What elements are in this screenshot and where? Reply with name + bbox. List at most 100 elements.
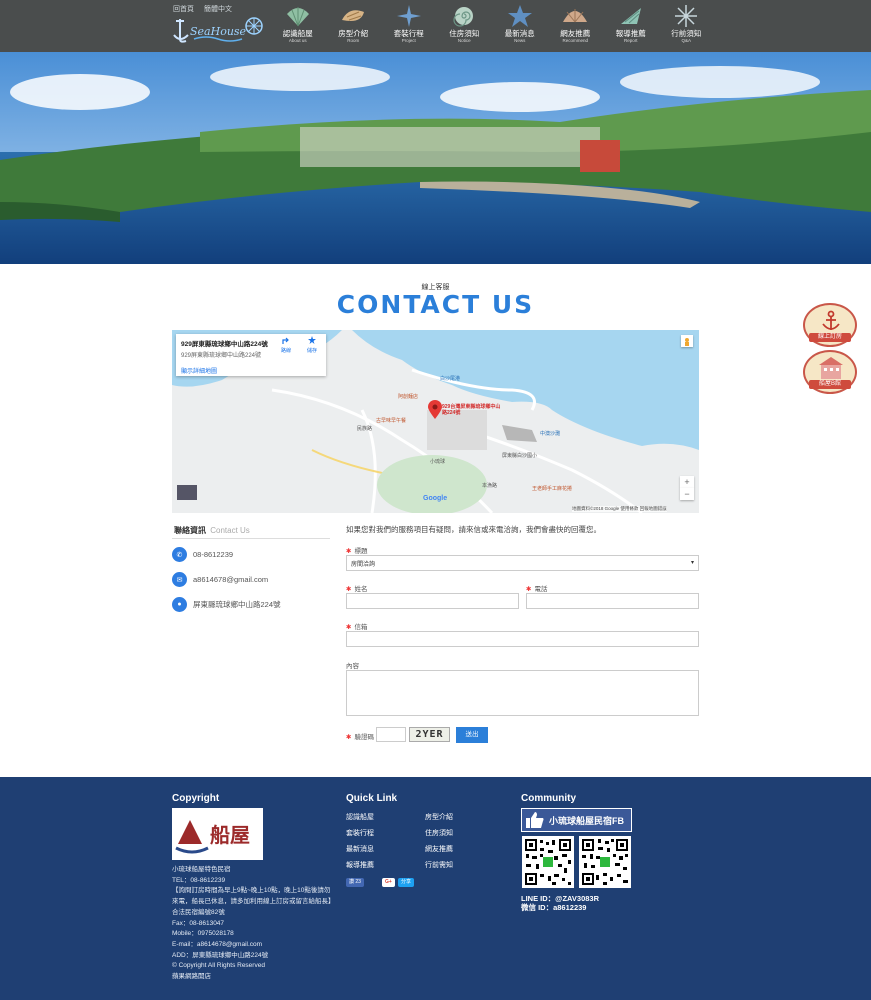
map-marker-icon[interactable] — [428, 400, 442, 420]
company-info: 小琉球船屋特色民宿 TEL：08-8612239 【詢問訂房時間為早上9點~晚上… — [172, 865, 335, 983]
snail-shell-icon — [453, 7, 474, 27]
quicklink-qa[interactable]: 行前需知 — [425, 860, 453, 870]
contact-info-title-zh: 聯絡資訊 — [174, 526, 206, 535]
content-textarea[interactable] — [346, 670, 699, 716]
directions-label: 路線 — [280, 348, 291, 354]
thumbs-up-icon — [526, 812, 544, 828]
captcha-input[interactable] — [376, 727, 406, 742]
contact-phone: ✆ 08-8612239 — [172, 547, 233, 562]
facebook-like-button[interactable]: 讚 23 — [346, 878, 364, 887]
nav-label: 最新消息 — [504, 29, 535, 38]
map-place-label: 小琉球 — [430, 459, 446, 465]
svg-text:SeaHouse: SeaHouse — [190, 25, 247, 38]
save-button[interactable]: 儲存 — [302, 335, 322, 354]
quicklink-report[interactable]: 報導推薦 — [346, 860, 374, 870]
nav-qa[interactable]: 行前須知 Q&A — [659, 4, 715, 50]
nav-label: 住房須知 — [449, 29, 480, 38]
nav-sublabel: Q&A — [681, 38, 691, 43]
quicklink-news[interactable]: 最新消息 — [346, 844, 374, 854]
simplified-chinese-link[interactable]: 簡體中文 — [204, 6, 232, 13]
nav-room[interactable]: 房型介紹 Room — [326, 4, 382, 50]
spiral-shell-icon — [620, 8, 641, 24]
contact-phone-value[interactable]: 08-8612239 — [193, 550, 233, 559]
map-place-label: 古早味早午餐 — [376, 418, 407, 424]
starfish-icon — [507, 5, 532, 27]
nav-label: 行前須知 — [671, 29, 702, 38]
location-pin-icon: ● — [172, 597, 187, 612]
nav-label: 報導推薦 — [615, 29, 646, 38]
main-nav: 認識船屋 About us 房型介紹 Room 套裝行程 Project 住房須… — [270, 4, 714, 50]
contact-info-title: 聯絡資訊 Contact Us — [174, 525, 250, 536]
map-larger-link[interactable]: 顯示詳細地圖 — [181, 366, 321, 375]
site-header: 回首頁 簡體中文 SeaHouse 認識船屋 About us 房型介紹 Roo… — [0, 0, 871, 52]
zoom-in-button[interactable]: + — [680, 476, 694, 488]
captcha-image[interactable]: 2YER — [409, 727, 450, 742]
star-icon — [308, 336, 316, 344]
home-link[interactable]: 回首頁 — [173, 6, 194, 13]
star-icon — [675, 5, 698, 27]
directions-button[interactable]: 路線 — [276, 335, 296, 354]
nav-report[interactable]: 報導推薦 Report — [603, 4, 659, 50]
company-line: 【詢問訂房時間為早上9點~晚上10點，晚上10點後請勿來電，船長已休息，請多加利… — [172, 887, 335, 906]
online-booking-badge[interactable]: 線上訂房 — [803, 303, 857, 347]
company-line: Mobile：0975028178 — [172, 930, 234, 938]
form-intro: 如果您對我們的服務項目有疑問，請來信或來電洽詢，我們會盡快的回覆您。 — [346, 525, 601, 534]
company-line: 合法民宿編號82號 — [172, 908, 225, 916]
clam-icon — [563, 9, 588, 23]
envelope-icon: ✉ — [172, 572, 187, 587]
save-label: 儲存 — [306, 348, 317, 354]
facebook-page-button[interactable]: 小琉球船屋民宿FB — [521, 808, 632, 832]
pegman-icon — [685, 338, 689, 346]
quicklink-room[interactable]: 房型介紹 — [425, 812, 453, 822]
marker-label: 929台灣屏東縣琉球鄉中山路224號 — [442, 404, 501, 416]
quicklink-notice[interactable]: 住房須知 — [425, 828, 453, 838]
nav-sublabel: Project — [401, 38, 416, 43]
company-line: © Copyright All Rights Reserved — [172, 962, 265, 970]
google-map[interactable]: 929屏東縣琉球鄉中山路224號 929屏東縣琉球鄉中山路224號 顯示詳細地圖… — [172, 330, 699, 513]
copyright-heading: Copyright — [172, 793, 220, 804]
map-place-label: 中澳沙灘 — [540, 431, 561, 437]
boathouse-b-badge[interactable]: 船屋B館 — [803, 350, 857, 394]
map-attribution[interactable]: 地圖資料©2018 Google 使用條款 回報地圖錯誤 — [572, 506, 667, 512]
facebook-page-label: 小琉球船屋民宿FB — [549, 815, 624, 826]
zoom-out-button[interactable]: − — [680, 488, 694, 500]
email-field[interactable] — [346, 631, 699, 647]
submit-button[interactable]: 送出 — [456, 727, 488, 743]
site-logo[interactable]: SeaHouse — [172, 15, 264, 45]
subject-select[interactable]: 房間洽詢 — [346, 555, 699, 571]
conch-icon — [342, 10, 365, 21]
captcha-label: ✱ 驗證碼 — [346, 734, 374, 741]
phone-field[interactable] — [526, 593, 699, 609]
map-place-label: 屏東縣白沙國小 — [502, 453, 538, 459]
twitter-share-button[interactable]: 分享 — [398, 878, 415, 887]
contact-address: ● 屏東縣琉球鄉中山路224號 — [172, 597, 281, 612]
nav-label: 房型介紹 — [338, 29, 369, 38]
starfish-icon — [396, 5, 421, 27]
badge-label: 線上訂房 — [809, 333, 851, 342]
contact-info-title-en: Contact Us — [210, 526, 250, 535]
pegman-button[interactable] — [681, 335, 693, 347]
map-card-address: 929屏東縣琉球鄉中山路224號 — [181, 353, 262, 359]
nav-recommend[interactable]: 網友推薦 Recommend — [548, 4, 604, 50]
nav-notice[interactable]: 住房須知 Notice — [437, 4, 493, 50]
name-field[interactable] — [346, 593, 519, 609]
nav-about[interactable]: 認識船屋 About us — [270, 4, 326, 50]
community-heading: Community — [521, 793, 576, 804]
company-line: E-mail：a8614678@gmail.com — [172, 940, 263, 948]
nav-label: 套裝行程 — [393, 29, 424, 38]
google-plus-button[interactable]: G+ — [382, 878, 395, 887]
hero-banner — [0, 52, 871, 264]
page-title: CONTACT US — [336, 290, 535, 319]
email-label: ✱ 信箱 — [346, 624, 368, 631]
quicklink-recommend[interactable]: 網友推薦 — [425, 844, 453, 854]
quicklink-project[interactable]: 套裝行程 — [346, 828, 374, 838]
nav-news[interactable]: 最新消息 News — [492, 4, 548, 50]
quicklink-about[interactable]: 認識船屋 — [346, 812, 374, 822]
content-label: 內容 — [346, 663, 359, 670]
footer-logo: 船屋 — [172, 808, 263, 860]
nav-sublabel: Room — [347, 38, 360, 43]
company-line[interactable]: 蘋果網路開店 — [172, 972, 332, 983]
wechat-qr-code — [579, 836, 631, 888]
nav-project[interactable]: 套裝行程 Project — [381, 4, 437, 50]
contact-email-value[interactable]: a8614678@gmail.com — [193, 575, 268, 584]
